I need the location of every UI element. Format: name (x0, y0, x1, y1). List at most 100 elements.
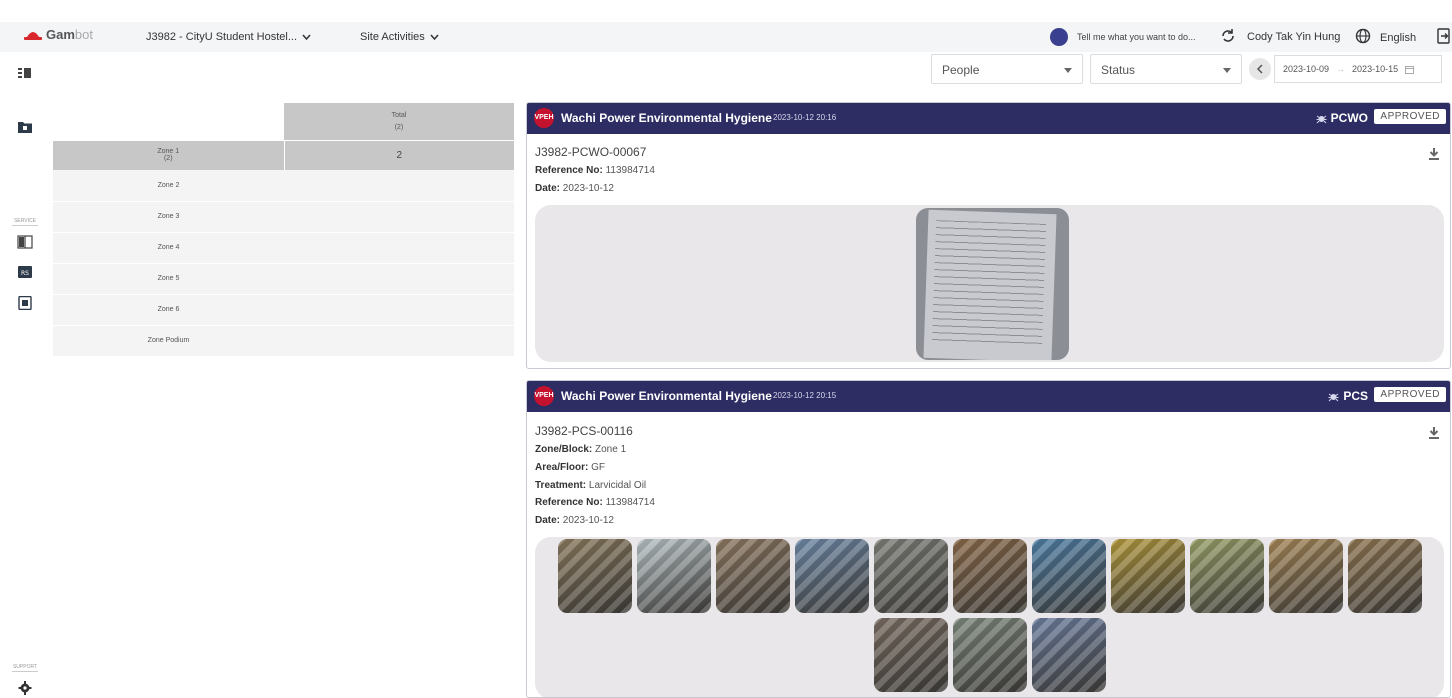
language-selector[interactable]: English (1380, 32, 1416, 44)
timestamp: 2023-10-12 20:16 (773, 113, 837, 122)
doc-type: PCS (1328, 389, 1368, 403)
site-photo[interactable] (1032, 539, 1106, 613)
zone-total (284, 294, 514, 325)
app-logo[interactable]: Gambot (24, 27, 93, 42)
logo-hat-icon (24, 31, 42, 40)
reference-field: Reference No: 113984714 (535, 165, 655, 176)
status-badge: APPROVED (1374, 109, 1446, 124)
globe-icon[interactable] (1355, 28, 1371, 44)
table-row[interactable]: Zone 2 (53, 170, 514, 201)
sidebar-section-label: SERVICE (12, 218, 38, 226)
zone-name: Zone Podium (147, 337, 190, 345)
refresh-icon[interactable] (1220, 28, 1236, 44)
svg-text:RS: RS (21, 270, 29, 277)
zone-name: Zone 3 (157, 213, 180, 220)
site-photo[interactable] (1111, 539, 1185, 613)
photo-gallery (535, 205, 1444, 362)
zone-total (284, 325, 514, 356)
chevron-down-icon (430, 34, 439, 40)
caret-down-icon (1064, 68, 1072, 73)
zone-name: Zone 4 (157, 244, 180, 251)
area-field: Area/Floor: GF (535, 462, 606, 473)
settings-icon[interactable] (17, 681, 33, 695)
site-photo[interactable] (953, 539, 1027, 613)
status-badge: APPROVED (1374, 387, 1446, 402)
date-start: 2023-10-09 (1283, 64, 1330, 74)
table-row[interactable]: Zone 1 (2) 2 (53, 139, 514, 170)
card-header: VPEH Wachi Power Environmental Hygiene 2… (527, 103, 1450, 134)
site-activities-menu[interactable]: Site Activities (360, 31, 439, 43)
document-code: J3982-PCWO-00067 (535, 145, 647, 159)
bug-icon (1328, 393, 1339, 401)
calendar-icon (1405, 65, 1415, 74)
document-icon[interactable] (17, 235, 33, 249)
assistant-prompt[interactable]: Tell me what you want to do... (1077, 32, 1196, 42)
zone-name: Zone 6 (157, 306, 180, 313)
chevron-down-icon (302, 34, 311, 40)
zone-name: Zone 5 (157, 275, 180, 282)
company-badge: VPEH (534, 386, 554, 406)
zone-name: Zone 1 (2) (53, 139, 284, 170)
zone-total (284, 201, 514, 232)
previous-week-button[interactable] (1249, 58, 1271, 80)
reference-field: Reference No: 113984714 (535, 497, 655, 508)
company-name: Wachi Power Environmental Hygiene (561, 389, 772, 403)
table-row[interactable]: Zone 3 (53, 201, 514, 232)
table-row[interactable]: Zone Podium (53, 325, 514, 356)
doc-type: PCWO (1316, 111, 1368, 125)
activity-card[interactable]: VPEH Wachi Power Environmental Hygiene 2… (526, 102, 1451, 369)
people-filter[interactable]: People (931, 54, 1083, 84)
site-photo[interactable] (716, 539, 790, 613)
site-photo[interactable] (1032, 618, 1106, 692)
date-end: 2023-10-15 (1352, 64, 1399, 74)
assistant-avatar-icon[interactable] (1050, 28, 1068, 46)
table-row[interactable]: Zone 5 (53, 263, 514, 294)
site-photo[interactable] (795, 539, 869, 613)
site-photo[interactable] (637, 539, 711, 613)
logout-icon[interactable] (1437, 28, 1451, 44)
table-corner (53, 103, 284, 140)
timestamp: 2023-10-12 20:15 (773, 391, 837, 400)
folder-icon[interactable] (17, 120, 33, 134)
zone-name: Zone 2 (157, 181, 180, 189)
project-selector[interactable]: J3982 - CityU Student Hostel... (146, 31, 311, 43)
site-photo[interactable] (1269, 539, 1343, 613)
treatment-field: Treatment: Larvicidal Oil (535, 480, 647, 491)
sidebar-section-label: SUPPORT (12, 664, 38, 672)
date-separator: → (1336, 64, 1346, 74)
menu-toggle-icon[interactable] (17, 66, 33, 80)
date-range-picker[interactable]: 2023-10-09 → 2023-10-15 (1274, 55, 1442, 83)
card-header: VPEH Wachi Power Environmental Hygiene 2… (527, 381, 1450, 412)
zone-field: Zone/Block: Zone 1 (535, 444, 627, 455)
site-photo[interactable] (874, 539, 948, 613)
company-badge: VPEH (534, 108, 554, 128)
download-icon[interactable] (1428, 147, 1440, 161)
site-photo[interactable] (874, 618, 948, 692)
user-name[interactable]: Cody Tak Yin Hung (1247, 31, 1340, 43)
date-field: Date: 2023-10-12 (535, 183, 614, 194)
photo-gallery (535, 537, 1444, 697)
caret-down-icon (1223, 68, 1231, 73)
zone-summary-table: Total (2) Zone 1 (2) 2 Zone 2 Zone 3 Zone… (53, 103, 514, 356)
site-photo[interactable] (1190, 539, 1264, 613)
table-row[interactable]: Zone 4 (53, 232, 514, 263)
activity-card[interactable]: VPEH Wachi Power Environmental Hygiene 2… (526, 380, 1451, 698)
table-row[interactable]: Zone 6 (53, 294, 514, 325)
site-photo[interactable] (953, 618, 1027, 692)
document-code: J3982-PCS-00116 (535, 424, 633, 438)
bug-icon (1316, 115, 1327, 123)
status-filter[interactable]: Status (1090, 54, 1242, 84)
date-field: Date: 2023-10-12 (535, 515, 614, 526)
nav-label: Site Activities (360, 31, 425, 43)
report-icon[interactable]: RS (17, 265, 33, 279)
zone-total (284, 263, 514, 294)
chevron-left-icon (1256, 64, 1263, 74)
site-photo[interactable] (1348, 539, 1422, 613)
company-name: Wachi Power Environmental Hygiene (561, 111, 772, 125)
form-icon[interactable] (17, 296, 33, 310)
site-photo[interactable] (558, 539, 632, 613)
logo-text: Gambot (46, 27, 93, 42)
download-icon[interactable] (1428, 426, 1440, 440)
document-photo[interactable] (916, 208, 1069, 360)
zone-total (284, 170, 514, 201)
